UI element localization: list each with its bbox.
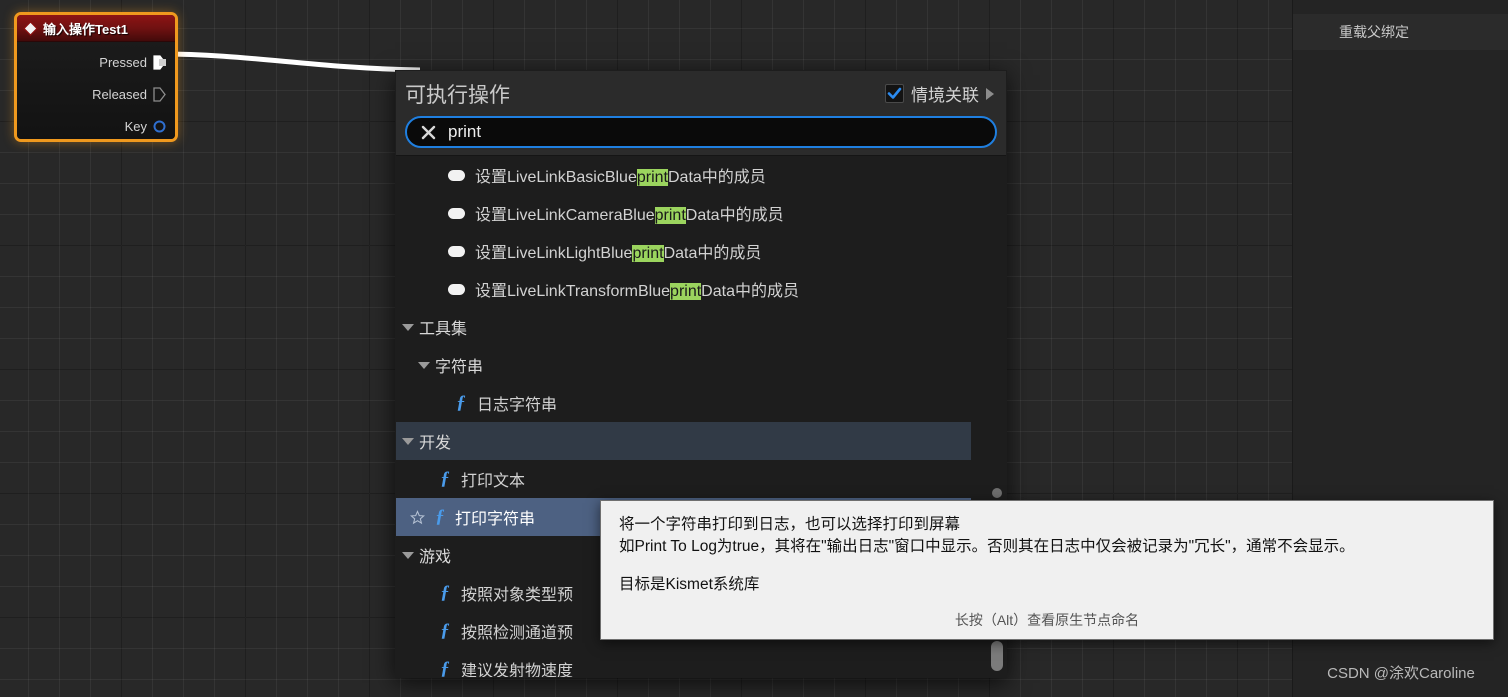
list-item[interactable]: 设置LiveLinkTransformBlueprintData中的成员 [396, 270, 1006, 308]
checkmark-icon [887, 87, 902, 99]
list-item-label: 建议发射物速度 [461, 663, 574, 677]
list-item-label: 设置LiveLinkLightBlueprintData中的成员 [475, 245, 762, 262]
set-members-pill-icon [448, 169, 465, 181]
category-label: 工具集 [419, 321, 468, 338]
context-sensitive-control[interactable]: 情境关联 [885, 81, 994, 106]
node-header: 输入操作Test1 [17, 15, 175, 42]
function-icon: ƒ [435, 506, 445, 527]
pin-label: Key [124, 118, 147, 134]
node-pin-pressed[interactable]: Pressed [17, 46, 175, 78]
override-parent-binding-row[interactable]: 重载父绑定 [1293, 14, 1508, 50]
pin-connection-stub [159, 58, 166, 66]
chevron-right-icon[interactable] [986, 87, 994, 100]
list-item-label: 按照对象类型预 [461, 587, 574, 604]
list-item-print-text[interactable]: ƒ 打印文本 [396, 460, 1006, 498]
tooltip-line-2: 如Print To Log为true，其将在"输出日志"窗口中显示。否则其在日志… [619, 538, 1355, 555]
tooltip-line-1: 将一个字符串打印到日志，也可以选择打印到屏幕 [619, 516, 961, 533]
list-item-label: 打印字符串 [455, 511, 536, 528]
exec-wire [160, 51, 420, 73]
list-item[interactable]: 设置LiveLinkLightBlueprintData中的成员 [396, 232, 1006, 270]
list-item-label: 打印文本 [461, 473, 526, 490]
pin-label: Released [92, 86, 147, 102]
set-members-pill-icon [448, 207, 465, 219]
list-item-label: 设置LiveLinkCameraBlueprintData中的成员 [475, 207, 784, 224]
category-label: 游戏 [419, 549, 452, 566]
tooltip-spacer [619, 558, 1475, 574]
triangle-down-icon[interactable] [402, 551, 414, 559]
star-outline-icon[interactable] [410, 509, 425, 525]
triangle-down-icon[interactable] [418, 361, 430, 369]
input-action-diamond-icon [23, 20, 38, 36]
list-item[interactable]: 设置LiveLinkBasicBlueprintData中的成员 [396, 156, 1006, 194]
set-members-pill-icon [448, 245, 465, 257]
function-icon: ƒ [440, 468, 450, 489]
pin-label: Pressed [99, 54, 147, 70]
search-container: print [396, 116, 1006, 155]
action-menu-title: 可执行操作 [405, 83, 510, 107]
function-icon: ƒ [440, 658, 450, 677]
close-icon[interactable] [421, 125, 436, 140]
list-item-label: 按照检测通道预 [461, 625, 574, 642]
set-members-pill-icon [448, 283, 465, 295]
category-development[interactable]: 开发 [396, 422, 971, 460]
list-item-log-string[interactable]: ƒ 日志字符串 [396, 384, 1006, 422]
function-icon: ƒ [440, 582, 450, 603]
context-sensitive-checkbox[interactable] [885, 84, 904, 103]
list-item-label: 日志字符串 [477, 397, 558, 414]
scrollbar-marker [992, 488, 1002, 498]
scrollbar-thumb[interactable] [991, 641, 1003, 671]
list-item[interactable]: 设置LiveLinkCameraBlueprintData中的成员 [396, 194, 1006, 232]
search-input-value: print [448, 122, 482, 141]
triangle-down-icon[interactable] [402, 323, 414, 331]
node-body: Pressed Released Key [17, 42, 175, 139]
list-item-label: 设置LiveLinkBasicBlueprintData中的成员 [475, 169, 766, 186]
blueprint-node-input-action[interactable]: 输入操作Test1 Pressed Released Key [14, 12, 178, 142]
node-pin-released[interactable]: Released [17, 78, 175, 110]
function-icon: ƒ [456, 392, 466, 413]
function-icon: ƒ [440, 620, 450, 641]
node-title: 输入操作Test1 [43, 21, 128, 37]
tooltip-line-3: 目标是Kismet系统库 [619, 576, 760, 593]
exec-pin-icon[interactable] [153, 86, 166, 102]
list-item[interactable]: ƒ 建议发射物速度 [396, 650, 1006, 677]
search-input[interactable]: print [405, 116, 997, 148]
tooltip: 将一个字符串打印到日志，也可以选择打印到屏幕 如Print To Log为tru… [600, 500, 1494, 640]
context-sensitive-label: 情境关联 [911, 86, 979, 105]
list-item-label: 设置LiveLinkTransformBlueprintData中的成员 [475, 283, 799, 300]
category-toolset[interactable]: 工具集 [396, 308, 1006, 346]
watermark: CSDN @涂欢Caroline [1327, 665, 1475, 682]
tooltip-hint: 长按（Alt）查看原生节点命名 [954, 612, 1140, 628]
triangle-down-icon[interactable] [402, 437, 414, 445]
data-pin-icon[interactable] [153, 119, 166, 134]
node-pin-key[interactable]: Key [17, 110, 175, 139]
action-menu-header: 可执行操作 情境关联 [396, 71, 1006, 116]
category-label: 开发 [419, 435, 452, 452]
override-parent-binding-label: 重载父绑定 [1339, 24, 1409, 40]
category-label: 字符串 [435, 359, 484, 376]
category-string[interactable]: 字符串 [396, 346, 1006, 384]
